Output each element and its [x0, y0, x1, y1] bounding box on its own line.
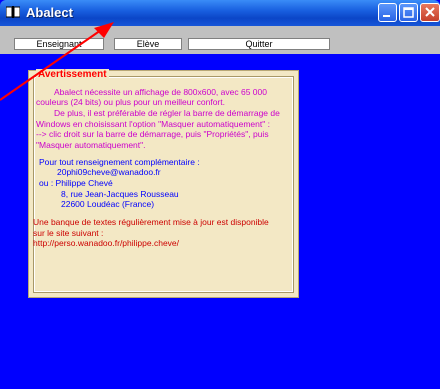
- taskbar-line-1: De plus, il est préférable de régler la …: [54, 108, 280, 118]
- update-line-2: sur le site suivant :: [33, 228, 104, 238]
- warning-panel: Avertissement Abalect nécessite un affic…: [28, 69, 299, 298]
- warning-title: Avertissement: [36, 69, 109, 80]
- contact-email[interactable]: 20phi09cheve@wanadoo.fr: [57, 167, 161, 178]
- close-button[interactable]: [420, 3, 440, 22]
- taskbar-line-3: --> clic droit sur la barre de démarrage…: [36, 129, 269, 139]
- close-icon: [425, 7, 435, 17]
- button-bar: Enseignant Elève Quitter: [0, 26, 440, 54]
- title-bar[interactable]: Abalect: [0, 0, 440, 26]
- taskbar-line-4: "Masquer automatiquement".: [36, 140, 146, 150]
- quitter-button[interactable]: Quitter: [188, 38, 330, 50]
- window-title: Abalect: [26, 5, 73, 20]
- maximize-icon: [403, 7, 414, 18]
- taskbar-line-2: Windows en choisissant l'option "Masquer…: [36, 119, 270, 129]
- minimize-icon: [383, 15, 390, 17]
- update-line-1: Une banque de textes régulièrement mise …: [33, 217, 269, 227]
- minimize-button[interactable]: [378, 3, 397, 22]
- maximize-button[interactable]: [399, 3, 418, 22]
- contact-street: 8, rue Jean-Jacques Rousseau: [61, 189, 179, 199]
- contact-intro: Pour tout renseignement complémentaire :: [39, 157, 200, 167]
- requirement-line-1: Abalect nécessite un affichage de 800x60…: [54, 87, 267, 97]
- enseignant-button[interactable]: Enseignant: [14, 38, 104, 50]
- contact-city: 22600 Loudéac (France): [61, 199, 155, 209]
- update-url[interactable]: http://perso.wanadoo.fr/philippe.cheve/: [33, 238, 179, 249]
- app-window: Abalect Enseignant Elève Quitter Avertis…: [0, 0, 440, 389]
- book-icon: [6, 6, 20, 18]
- eleve-button[interactable]: Elève: [114, 38, 182, 50]
- requirement-line-2: couleurs (24 bits) ou plus pour un meill…: [36, 97, 225, 107]
- contact-name: ou : Philippe Chevé: [39, 178, 113, 188]
